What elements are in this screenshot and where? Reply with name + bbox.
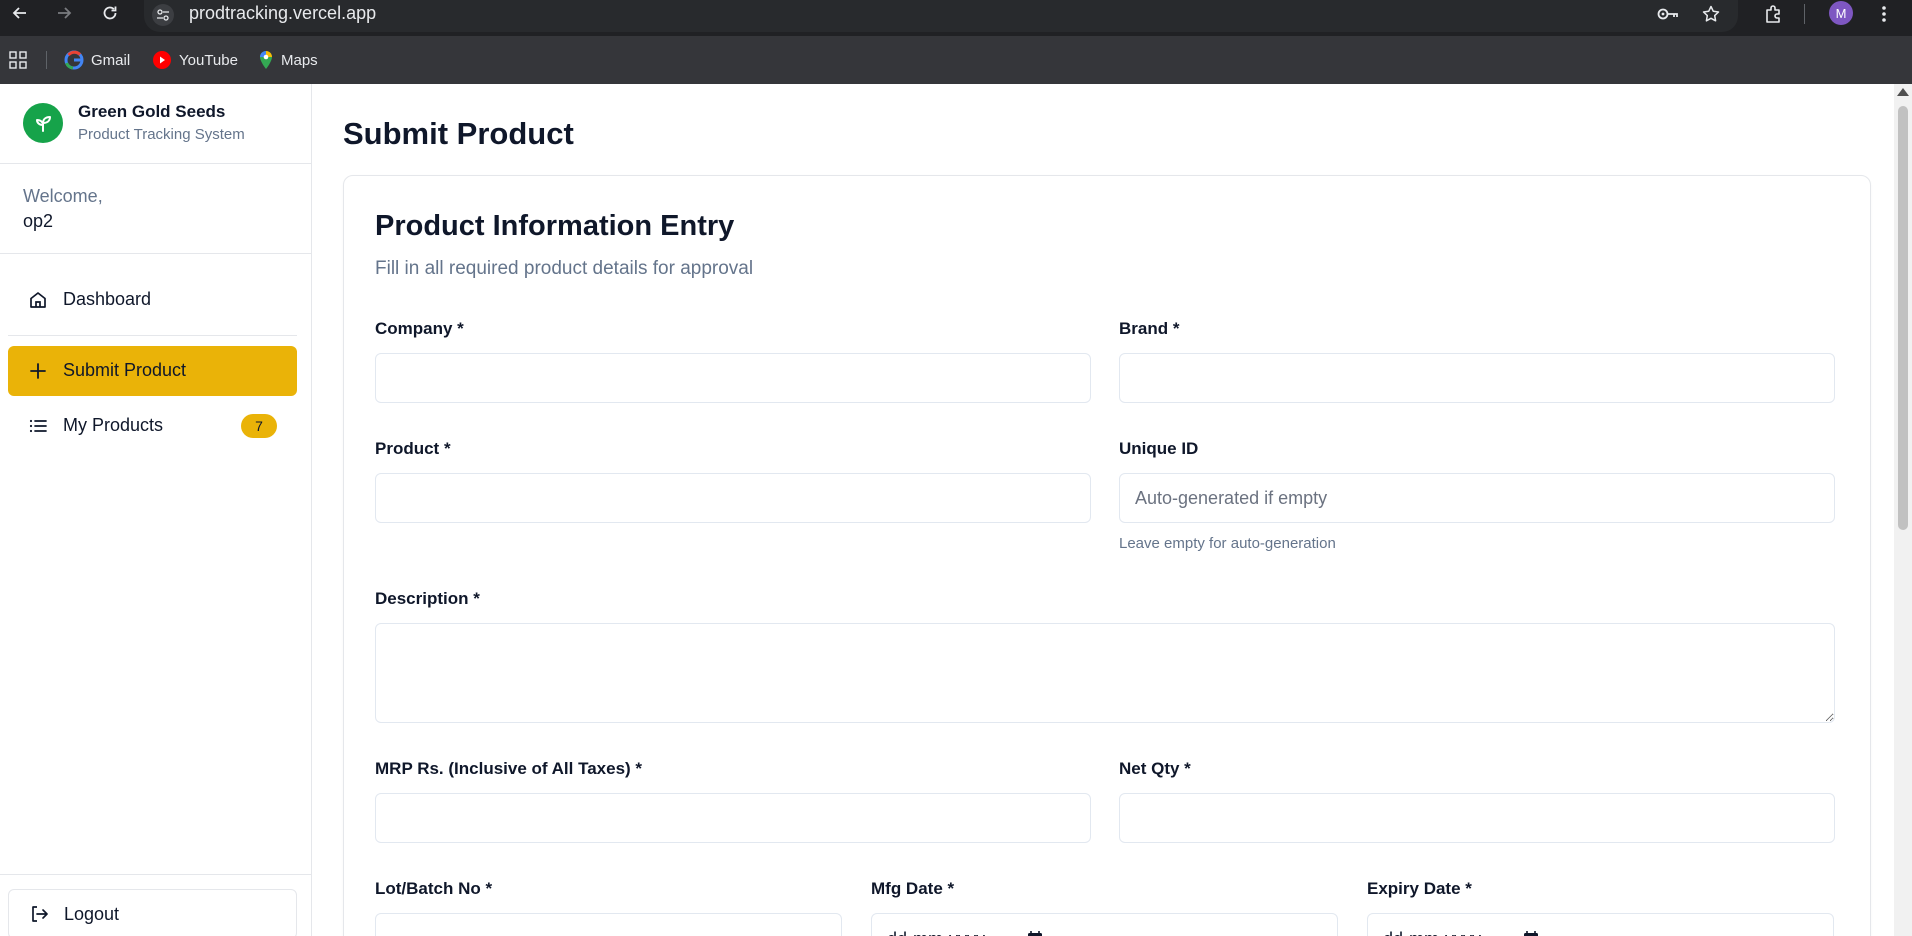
bookmark-label: Gmail — [91, 51, 131, 69]
bookmarks-bar: Gmail YouTube Maps — [0, 36, 1912, 84]
unique-id-hint: Leave empty for auto-generation — [1119, 535, 1336, 552]
logout-label: Logout — [64, 904, 120, 924]
product-form-card: Product Information Entry Fill in all re… — [343, 175, 1871, 936]
nav-divider — [8, 335, 297, 336]
forward-button[interactable] — [53, 2, 75, 24]
bookmark-maps[interactable]: Maps — [258, 48, 318, 72]
unique-id-label: Unique ID — [1119, 439, 1199, 458]
arrow-right-icon — [58, 7, 72, 19]
site-info-icon[interactable] — [152, 4, 174, 26]
sidebar-footer: Logout — [0, 874, 311, 936]
lot-batch-input[interactable] — [375, 913, 842, 936]
description-textarea[interactable] — [375, 623, 1835, 723]
unique-id-input[interactable] — [1119, 473, 1835, 523]
list-icon — [28, 416, 48, 436]
expiry-date-placeholder: dd-mm-yyyy — [1383, 929, 1481, 936]
net-qty-input[interactable] — [1119, 793, 1835, 843]
mrp-label: MRP Rs. (Inclusive of All Taxes) * — [375, 759, 643, 778]
profile-avatar[interactable]: M — [1829, 1, 1853, 25]
address-bar[interactable]: prodtracking.vercel.app — [144, 0, 1738, 32]
password-key-icon[interactable] — [1656, 2, 1680, 26]
apps-grid-icon[interactable] — [6, 48, 30, 72]
home-icon — [28, 290, 48, 310]
mfg-date-input[interactable]: dd-mm-yyyy — [871, 913, 1338, 936]
maps-icon — [260, 51, 272, 69]
bookmark-gmail[interactable]: Gmail — [64, 48, 130, 72]
bookmarks-separator — [46, 51, 47, 69]
gmail-icon — [64, 50, 84, 70]
product-input[interactable] — [375, 473, 1091, 523]
scroll-up-arrow-icon[interactable] — [1897, 88, 1909, 96]
net-qty-label: Net Qty * — [1119, 759, 1191, 778]
expiry-date-input[interactable]: dd-mm-yyyy — [1367, 913, 1834, 936]
youtube-icon — [153, 51, 171, 69]
extensions-puzzle-icon[interactable] — [1762, 2, 1786, 26]
sidebar: Green Gold Seeds Product Tracking System… — [0, 84, 312, 936]
description-label: Description * — [375, 589, 480, 608]
logout-icon — [29, 904, 49, 924]
brand-subtitle: Product Tracking System — [78, 126, 245, 143]
product-label: Product * — [375, 439, 451, 458]
url-text: prodtracking.vercel.app — [189, 3, 377, 23]
bookmark-label: YouTube — [179, 51, 238, 69]
sidebar-item-label: Submit Product — [63, 360, 187, 380]
lot-batch-label: Lot/Batch No * — [375, 879, 493, 898]
page-title: Submit Product — [343, 116, 574, 151]
card-title: Product Information Entry — [375, 210, 735, 242]
browser-toolbar: prodtracking.vercel.app M — [0, 0, 1912, 36]
arrow-left-icon — [12, 7, 26, 19]
brand-label: Brand * — [1119, 319, 1180, 338]
bookmark-label: Maps — [281, 51, 318, 69]
sidebar-item-submit-product[interactable]: Submit Product — [8, 346, 297, 396]
sidebar-item-my-products[interactable]: My Products 7 — [8, 401, 297, 451]
username: op2 — [23, 211, 54, 231]
bookmark-star-icon[interactable] — [1699, 2, 1723, 26]
browser-menu-icon[interactable] — [1872, 2, 1896, 26]
card-subtitle: Fill in all required product details for… — [375, 258, 754, 279]
brand-input[interactable] — [1119, 353, 1835, 403]
calendar-icon[interactable] — [1027, 930, 1043, 936]
sprout-icon — [23, 103, 63, 143]
welcome-label: Welcome, — [23, 186, 103, 206]
company-input[interactable] — [375, 353, 1091, 403]
sidebar-item-label: My Products — [63, 415, 164, 435]
sidebar-item-dashboard[interactable]: Dashboard — [8, 275, 297, 325]
mrp-input[interactable] — [375, 793, 1091, 843]
mfg-date-label: Mfg Date * — [871, 879, 955, 898]
expiry-date-label: Expiry Date * — [1367, 879, 1472, 898]
my-products-count-badge: 7 — [241, 414, 277, 438]
sidebar-item-label: Dashboard — [63, 289, 152, 309]
bookmark-youtube[interactable]: YouTube — [152, 48, 238, 72]
welcome-panel: Welcome, op2 — [0, 164, 311, 254]
back-button[interactable] — [9, 2, 31, 24]
calendar-icon[interactable] — [1523, 930, 1539, 936]
toolbar-separator — [1804, 4, 1805, 24]
logout-button[interactable]: Logout — [8, 889, 297, 936]
brand-header: Green Gold Seeds Product Tracking System — [0, 84, 311, 164]
reload-button[interactable] — [99, 2, 121, 24]
reload-icon — [103, 6, 117, 20]
mfg-date-placeholder: dd-mm-yyyy — [887, 929, 985, 936]
company-label: Company * — [375, 319, 464, 338]
brand-name: Green Gold Seeds — [78, 102, 226, 121]
plus-icon — [28, 361, 48, 381]
page-scrollbar-thumb[interactable] — [1898, 106, 1908, 530]
